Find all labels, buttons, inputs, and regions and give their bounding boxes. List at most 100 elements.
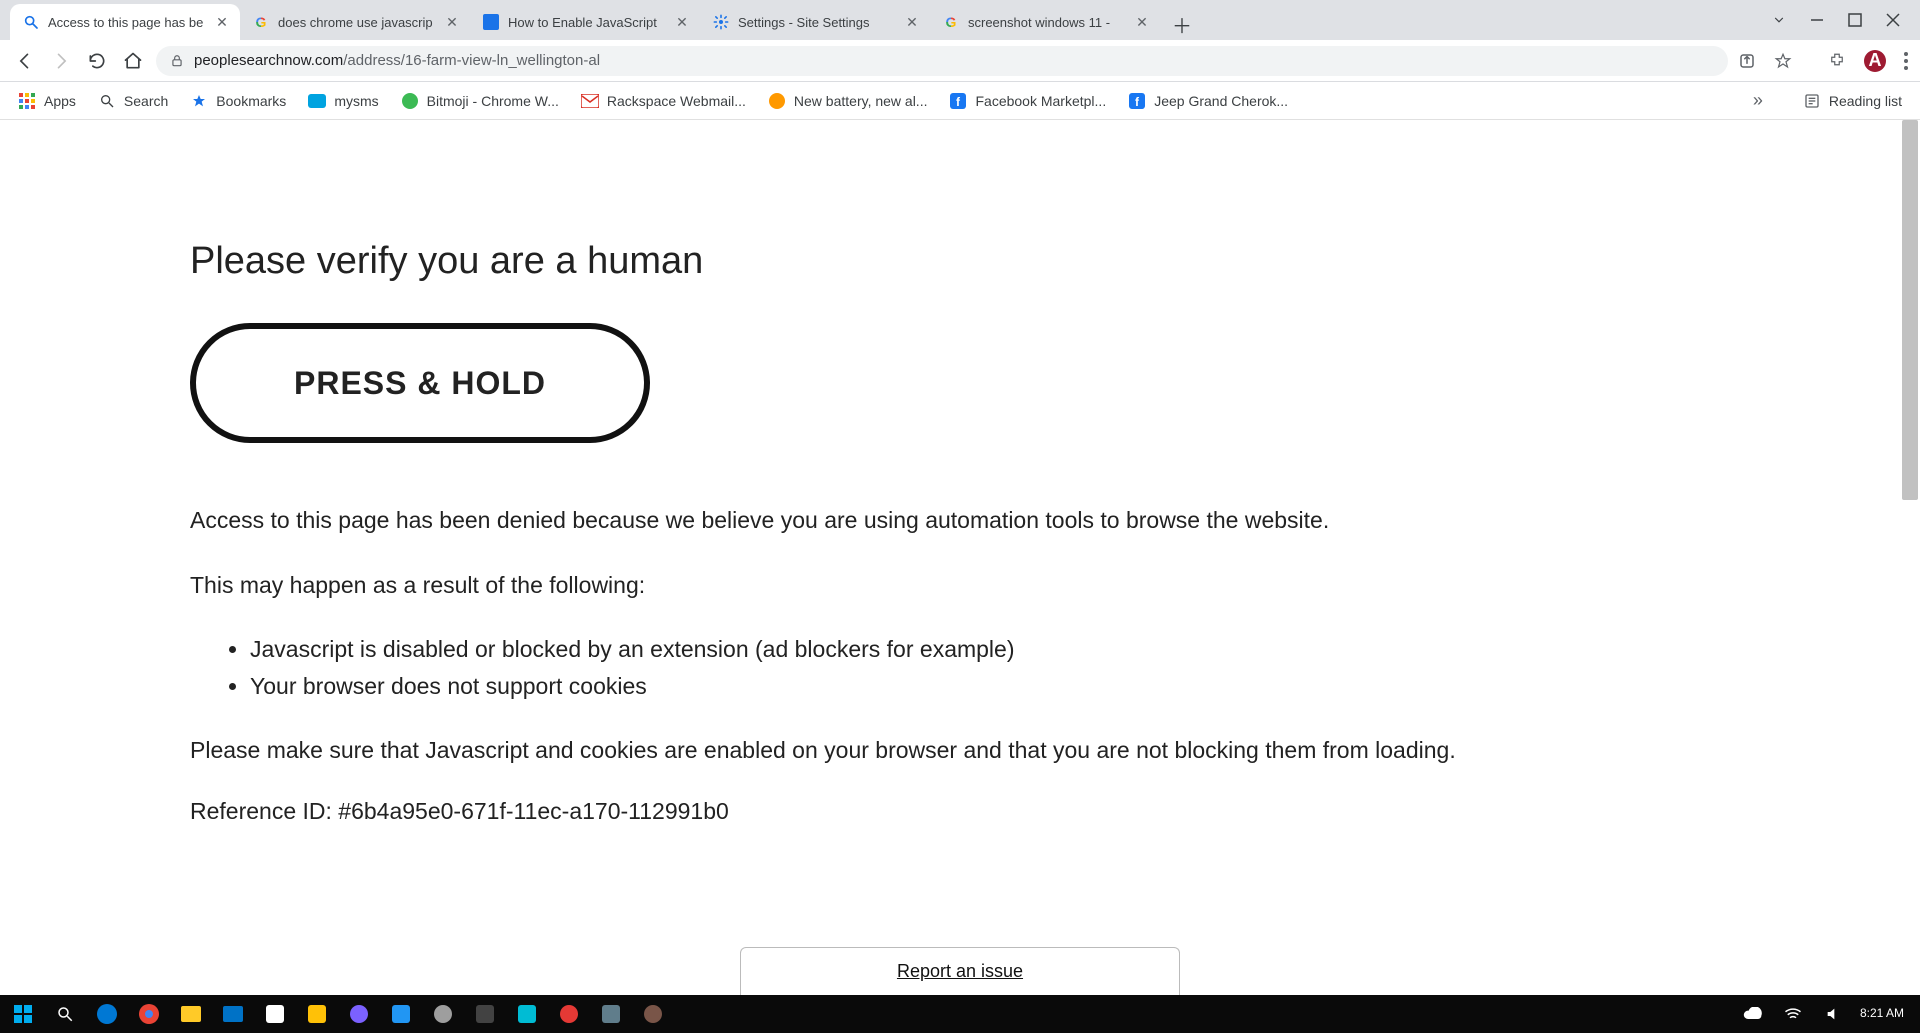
star-icon[interactable] bbox=[1774, 52, 1792, 70]
taskbar-app-icon[interactable] bbox=[346, 1001, 372, 1027]
reading-list-label: Reading list bbox=[1829, 93, 1902, 109]
windows-taskbar: 8:21 AM bbox=[0, 995, 1920, 1033]
bookmark-label: Rackspace Webmail... bbox=[607, 93, 746, 109]
bookmark-label: Bookmarks bbox=[216, 93, 286, 109]
taskbar-app-icon[interactable] bbox=[514, 1001, 540, 1027]
browser-toolbar: peoplesearchnow.com/address/16-farm-view… bbox=[0, 40, 1920, 82]
tab-close-button[interactable]: ✕ bbox=[214, 14, 230, 30]
browser-tab-strip: Access to this page has be ✕ G does chro… bbox=[0, 0, 1920, 40]
bookmark-apps[interactable]: Apps bbox=[18, 92, 76, 110]
tab-0[interactable]: Access to this page has be ✕ bbox=[10, 4, 240, 40]
tray-wifi-icon[interactable] bbox=[1780, 1001, 1806, 1027]
taskbar-chrome-icon[interactable] bbox=[136, 1001, 162, 1027]
facebook-icon: f bbox=[1128, 92, 1146, 110]
share-icon[interactable] bbox=[1738, 52, 1756, 70]
report-issue-box: Report an issue bbox=[740, 947, 1180, 995]
toolbar-right-icons: A bbox=[1738, 50, 1908, 72]
taskbar-app-icon[interactable] bbox=[304, 1001, 330, 1027]
bookmarks-overflow-button[interactable]: » bbox=[1753, 90, 1763, 111]
bookmark-label: Apps bbox=[44, 93, 76, 109]
bookmark-bitmoji[interactable]: Bitmoji - Chrome W... bbox=[401, 92, 559, 110]
tab-title: Access to this page has be bbox=[48, 15, 206, 30]
page-content: Please verify you are a human PRESS & HO… bbox=[0, 120, 1920, 885]
start-button[interactable] bbox=[10, 1001, 36, 1027]
taskbar-edge-icon[interactable] bbox=[94, 1001, 120, 1027]
window-controls bbox=[1772, 0, 1920, 40]
tray-cloud-icon[interactable] bbox=[1740, 1001, 1766, 1027]
back-button[interactable] bbox=[12, 48, 38, 74]
reason-item: Javascript is disabled or blocked by an … bbox=[250, 632, 1920, 667]
tab-close-button[interactable]: ✕ bbox=[674, 14, 690, 30]
taskbar-mail-icon[interactable] bbox=[220, 1001, 246, 1027]
bookmark-bookmarks[interactable]: Bookmarks bbox=[190, 92, 286, 110]
denied-text: Access to this page has been denied beca… bbox=[190, 503, 1690, 538]
tab-2[interactable]: How to Enable JavaScript ✕ bbox=[470, 4, 700, 40]
window-maximize-button[interactable] bbox=[1848, 13, 1862, 27]
url-path: /address/16-farm-view-ln_wellington-al bbox=[343, 52, 600, 69]
bookmark-search[interactable]: Search bbox=[98, 92, 168, 110]
window-close-button[interactable] bbox=[1886, 13, 1900, 27]
press-and-hold-button[interactable]: PRESS & HOLD bbox=[190, 323, 650, 443]
extensions-icon[interactable] bbox=[1828, 52, 1846, 70]
bookmark-label: Facebook Marketpl... bbox=[975, 93, 1106, 109]
bookmark-label: mysms bbox=[334, 93, 378, 109]
bookmark-jeep[interactable]: f Jeep Grand Cherok... bbox=[1128, 92, 1288, 110]
home-button[interactable] bbox=[120, 48, 146, 74]
taskbar-app-icon[interactable] bbox=[388, 1001, 414, 1027]
new-tab-button[interactable]: ＋ bbox=[1166, 8, 1198, 40]
scrollbar-thumb[interactable] bbox=[1902, 120, 1918, 500]
reading-list-button[interactable]: Reading list bbox=[1803, 92, 1902, 110]
star-icon bbox=[190, 92, 208, 110]
bookmark-label: Search bbox=[124, 93, 168, 109]
tab-title: screenshot windows 11 - bbox=[968, 15, 1126, 30]
bookmark-label: New battery, new al... bbox=[794, 93, 928, 109]
tab-close-button[interactable]: ✕ bbox=[1134, 14, 1150, 30]
profile-avatar[interactable]: A bbox=[1864, 50, 1886, 72]
tab-title: Settings - Site Settings bbox=[738, 15, 896, 30]
bookmark-battery[interactable]: New battery, new al... bbox=[768, 92, 928, 110]
bookmark-label: Jeep Grand Cherok... bbox=[1154, 93, 1288, 109]
page-heading: Please verify you are a human bbox=[190, 240, 1920, 283]
taskbar-left bbox=[10, 1001, 666, 1027]
magnifier-icon bbox=[22, 13, 40, 31]
window-minimize-button[interactable] bbox=[1810, 13, 1824, 27]
address-bar[interactable]: peoplesearchnow.com/address/16-farm-view… bbox=[156, 46, 1728, 76]
bookmark-mysms[interactable]: mysms bbox=[308, 92, 378, 110]
taskbar-explorer-icon[interactable] bbox=[178, 1001, 204, 1027]
taskbar-app-icon[interactable] bbox=[640, 1001, 666, 1027]
bookmark-fb-marketplace[interactable]: f Facebook Marketpl... bbox=[949, 92, 1106, 110]
reason-item: Your browser does not support cookies bbox=[250, 669, 1920, 704]
bookmarks-bar: Apps Search Bookmarks mysms Bitmoji - Ch… bbox=[0, 82, 1920, 120]
reload-button[interactable] bbox=[84, 48, 110, 74]
taskbar-app-icon[interactable] bbox=[262, 1001, 288, 1027]
forward-button[interactable] bbox=[48, 48, 74, 74]
tab-close-button[interactable]: ✕ bbox=[904, 14, 920, 30]
url-host: peoplesearchnow.com bbox=[194, 52, 343, 69]
report-issue-link[interactable]: Report an issue bbox=[897, 961, 1023, 982]
bookmark-rackspace[interactable]: Rackspace Webmail... bbox=[581, 92, 746, 110]
taskbar-clock[interactable]: 8:21 AM bbox=[1860, 1007, 1910, 1020]
tab-close-button[interactable]: ✕ bbox=[444, 14, 460, 30]
taskbar-search-icon[interactable] bbox=[52, 1001, 78, 1027]
vertical-scrollbar[interactable] bbox=[1902, 120, 1918, 995]
bookmark-label: Bitmoji - Chrome W... bbox=[427, 93, 559, 109]
google-icon: G bbox=[942, 13, 960, 31]
tab-1[interactable]: G does chrome use javascrip ✕ bbox=[240, 4, 470, 40]
taskbar-app-icon[interactable] bbox=[556, 1001, 582, 1027]
tab-3[interactable]: Settings - Site Settings ✕ bbox=[700, 4, 930, 40]
reading-list-icon bbox=[1803, 92, 1821, 110]
tab-search-button[interactable] bbox=[1772, 13, 1786, 27]
address-url: peoplesearchnow.com/address/16-farm-view… bbox=[194, 52, 600, 69]
taskbar-app-icon[interactable] bbox=[472, 1001, 498, 1027]
magnifier-icon bbox=[98, 92, 116, 110]
gear-icon bbox=[712, 13, 730, 31]
mail-icon bbox=[581, 92, 599, 110]
taskbar-app-icon[interactable] bbox=[598, 1001, 624, 1027]
lock-icon bbox=[170, 54, 184, 68]
tab-4[interactable]: G screenshot windows 11 - ✕ bbox=[930, 4, 1160, 40]
clock-time: 8:21 AM bbox=[1860, 1007, 1904, 1020]
blue-doc-icon bbox=[482, 13, 500, 31]
taskbar-app-icon[interactable] bbox=[430, 1001, 456, 1027]
tray-volume-icon[interactable] bbox=[1820, 1001, 1846, 1027]
chrome-menu-button[interactable] bbox=[1904, 52, 1908, 70]
